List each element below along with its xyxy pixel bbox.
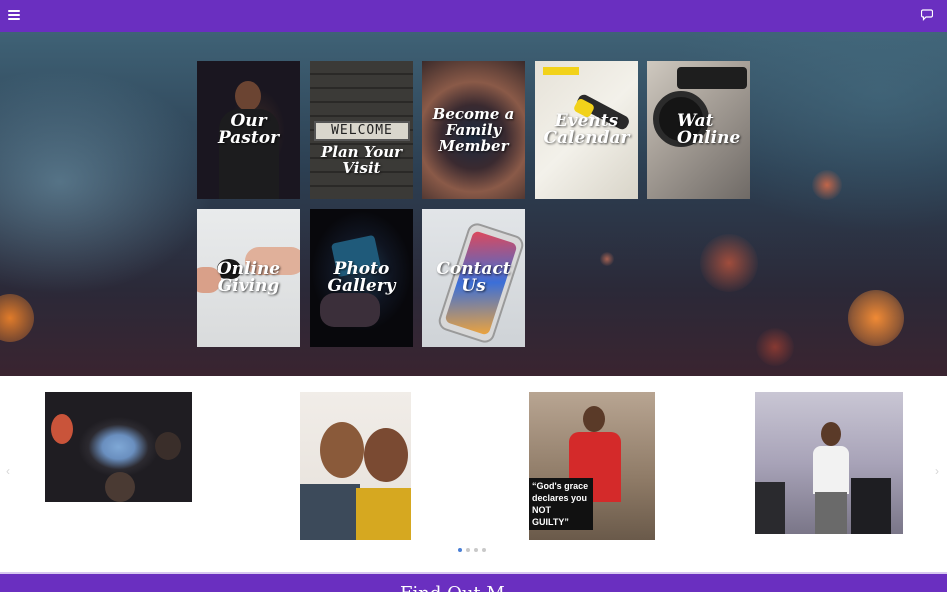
tile-label: Become a Family Member xyxy=(432,105,515,155)
hero-background: Our Pastor WELCOME Plan Your Visit Becom… xyxy=(0,32,947,376)
hamburger-menu-icon[interactable] xyxy=(8,10,20,20)
top-app-bar xyxy=(0,0,947,32)
tile-label: Events Calendar xyxy=(543,111,630,148)
tile-label: Photo Gallery xyxy=(327,259,396,296)
man-head xyxy=(583,406,605,432)
tile-contact-us[interactable]: Contact Us xyxy=(422,209,525,347)
tile-our-pastor[interactable]: Our Pastor xyxy=(197,61,300,199)
pastor-head xyxy=(235,81,261,111)
bokeh-light xyxy=(600,252,614,266)
holding-hand xyxy=(320,293,380,327)
white-blouse xyxy=(813,446,849,494)
chat-bubble-icon[interactable] xyxy=(921,9,933,21)
woman-head xyxy=(821,422,841,446)
photo-carousel[interactable]: ‹ › “God's grace declares you NOT GUILTY… xyxy=(0,376,947,572)
patterned-skirt xyxy=(815,492,847,534)
tile-label: Plan Your Visit xyxy=(320,143,403,178)
bokeh-light xyxy=(848,290,904,346)
tile-label: Contact Us xyxy=(436,259,511,296)
speaker-cabinet xyxy=(851,478,891,534)
bokeh-light xyxy=(756,328,794,366)
carousel-slide-group-huddle[interactable] xyxy=(45,392,192,502)
tile-photo-gallery[interactable]: Photo Gallery xyxy=(310,209,413,347)
carousel-slide-woman-podium[interactable] xyxy=(755,392,903,534)
woman-face xyxy=(364,428,408,482)
carousel-dot[interactable] xyxy=(482,548,486,552)
yellow-top xyxy=(356,488,411,540)
tile-label: Our Pastor xyxy=(217,111,280,148)
carousel-dot[interactable] xyxy=(474,548,478,552)
tile-watch-online[interactable]: Wat Online xyxy=(647,61,750,199)
person xyxy=(105,472,135,502)
carousel-slide-man-speaking[interactable]: “God's grace declares you NOT GUILTY” xyxy=(529,392,655,540)
tile-events-calendar[interactable]: Events Calendar xyxy=(535,61,638,199)
person xyxy=(51,414,73,444)
carousel-dot[interactable] xyxy=(466,548,470,552)
camera-body xyxy=(677,67,747,89)
sticky-note-strip xyxy=(543,67,579,75)
tile-online-giving[interactable]: Online Giving xyxy=(197,209,300,347)
tile-become-a-family-member[interactable]: Become a Family Member xyxy=(422,61,525,199)
footer-bar: Find Out M xyxy=(0,572,947,592)
carousel-dots xyxy=(458,548,486,552)
bokeh-light xyxy=(812,170,842,200)
tile-label: Online Giving xyxy=(216,259,281,296)
woman-face xyxy=(320,422,364,478)
bokeh-light xyxy=(0,294,34,342)
carousel-slide-two-women[interactable] xyxy=(300,392,411,540)
welcome-sign-text: WELCOME xyxy=(314,121,410,141)
chevron-left-icon[interactable]: ‹ xyxy=(6,464,10,478)
equipment xyxy=(755,482,785,534)
chevron-right-icon[interactable]: › xyxy=(935,464,939,478)
slide-caption: “God's grace declares you NOT GUILTY” xyxy=(529,478,593,530)
carousel-dot[interactable] xyxy=(458,548,462,552)
tile-plan-your-visit[interactable]: WELCOME Plan Your Visit xyxy=(310,61,413,199)
footer-heading: Find Out M xyxy=(400,583,505,592)
bokeh-light xyxy=(700,234,758,292)
tile-label: Wat Online xyxy=(677,111,741,148)
denim-jacket xyxy=(300,484,360,540)
person xyxy=(155,432,181,460)
